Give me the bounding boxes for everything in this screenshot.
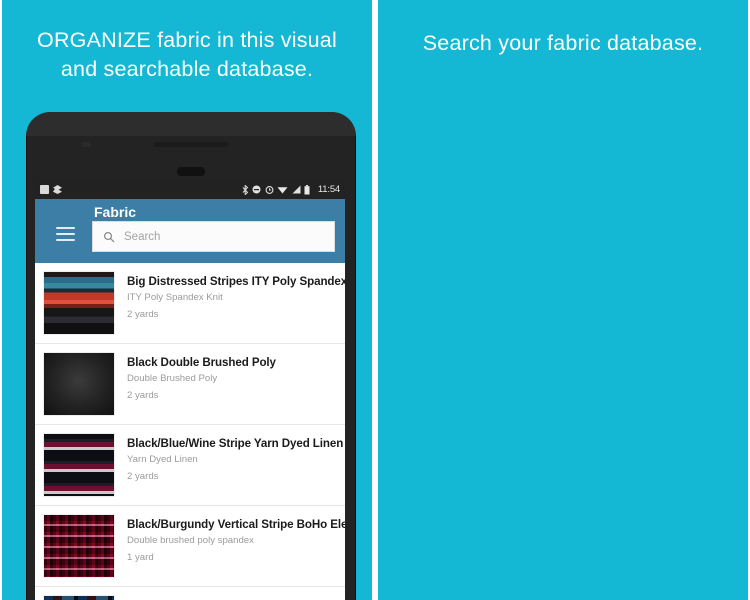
search-icon [103,231,115,242]
fabric-thumbnail [43,433,115,497]
fabric-quantity: 2 yards [127,471,159,482]
right-headline-line1: Search your fabric database. [422,31,704,55]
fabric-thumbnail [43,352,115,416]
signal-icon [292,185,301,194]
fabric-title: Black/Blue/Wine Stripe Yarn Dyed Linen [127,437,344,450]
app-store-screenshot-pair: ORGANIZE fabric in this visual and searc… [0,0,750,600]
fabric-subtitle: Double Brushed Poly [127,373,218,384]
search-input[interactable]: Search [92,221,335,252]
bluetooth-icon [242,184,249,195]
left-promo-panel: ORGANIZE fabric in this visual and searc… [2,0,372,600]
left-headline: ORGANIZE fabric in this visual and searc… [2,26,372,84]
list-item-meta: Black Double Brushed Poly Double Brushed… [115,352,345,416]
fabric-subtitle: Double brushed poly spandex [127,535,254,546]
list-item[interactable]: Black/Blue/Wine Stripe Yarn Dyed Linen Y… [35,425,345,506]
fabric-quantity: 1 yard [127,552,154,563]
status-left-icons [40,185,62,194]
fabric-thumbnail [43,514,115,578]
alarm-icon [265,186,274,194]
fabric-subtitle: Yarn Dyed Linen [127,454,198,465]
android-phone-mockup: 11:54 Fabric Search Big Distressed Strip… [26,112,356,600]
wifi-icon [277,187,288,194]
android-status-bar: 11:54 [35,180,345,199]
phone-top-strip [26,112,356,136]
android-fabric-list[interactable]: Big Distressed Stripes ITY Poly Spandex … [35,263,345,600]
front-camera-icon [177,167,205,176]
battery-icon [304,184,310,194]
fabric-quantity: 2 yards [127,309,159,320]
list-item[interactable]: Blue/Red Plaid ITY ITY 2 yards [35,587,345,600]
list-item-meta: Black/Blue/Wine Stripe Yarn Dyed Linen Y… [115,433,345,497]
proximity-sensor-icon [82,142,91,147]
hamburger-menu-icon[interactable] [56,227,75,245]
right-promo-panel: Search your fabric database. 7:49 .... [378,0,748,600]
sd-card-icon [40,185,49,194]
fabric-title: Black/Burgundy Vertical Stripe BoHo Ele [127,518,345,531]
fabric-title: Black Double Brushed Poly [127,356,276,369]
fabric-quantity: 2 yards [127,390,159,401]
android-app-bar: Fabric Search [35,199,345,263]
fabric-thumbnail [43,595,115,600]
list-item[interactable]: Black Double Brushed Poly Double Brushed… [35,344,345,425]
list-item-meta: Black/Burgundy Vertical Stripe BoHo Ele … [115,514,345,578]
dropbox-icon [53,185,62,194]
list-item[interactable]: Black/Burgundy Vertical Stripe BoHo Ele … [35,506,345,587]
list-item[interactable]: Big Distressed Stripes ITY Poly Spandex … [35,263,345,344]
android-screen: 11:54 Fabric Search Big Distressed Strip… [35,180,345,600]
fabric-subtitle: ITY Poly Spandex Knit [127,292,223,303]
status-right-icons: 11:54 [242,184,340,195]
status-clock: 11:54 [317,184,340,195]
search-placeholder: Search [124,230,161,243]
fabric-thumbnail [43,271,115,335]
left-headline-line2: and searchable database. [60,57,314,81]
right-headline: Search your fabric database. [378,29,748,58]
left-headline-line1: ORGANIZE fabric in this visual [37,28,337,52]
list-item-meta: Big Distressed Stripes ITY Poly Spandex … [115,271,345,335]
android-app-title: Fabric [94,204,137,220]
earpiece-speaker-icon [154,142,228,147]
do-not-disturb-icon [252,185,261,194]
fabric-title: Big Distressed Stripes ITY Poly Spandex [127,275,345,288]
list-item-meta: Blue/Red Plaid ITY ITY 2 yards [115,595,345,600]
